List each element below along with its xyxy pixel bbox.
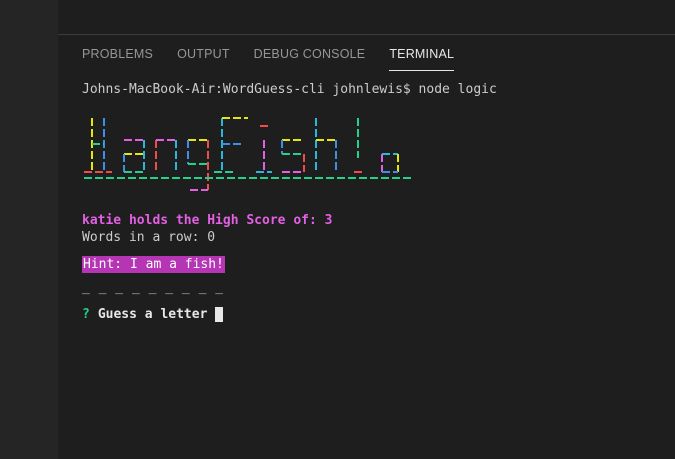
hint-line: Hint: I am a fish! [82, 256, 225, 273]
text-cursor [215, 307, 224, 322]
guess-prompt[interactable]: ? Guess a letter [82, 306, 497, 323]
ascii-banner [82, 106, 492, 202]
tab-debug-console[interactable]: DEBUG CONSOLE [254, 47, 366, 71]
panel-tabs: PROBLEMS OUTPUT DEBUG CONSOLE TERMINAL [82, 47, 455, 71]
editor-area [58, 0, 675, 35]
high-score-line: katie holds the High Score of: 3 [82, 213, 333, 228]
hint-line-wrap: Hint: I am a fish! [82, 256, 497, 273]
tab-output[interactable]: OUTPUT [177, 47, 230, 71]
ascii-banner-art [84, 117, 412, 191]
words-in-row-line: Words in a row: 0 [82, 230, 216, 245]
tab-terminal[interactable]: TERMINAL [389, 47, 455, 71]
word-blanks: _ _ _ _ _ _ _ _ _ [82, 280, 224, 295]
command-line: Johns-MacBook-Air:WordGuess-cli johnlewi… [82, 82, 497, 97]
left-sidebar [0, 0, 58, 459]
prompt-question-mark: ? [82, 307, 90, 322]
tab-problems[interactable]: PROBLEMS [82, 47, 153, 71]
bottom-panel: PROBLEMS OUTPUT DEBUG CONSOLE TERMINAL J… [58, 35, 675, 459]
terminal-output[interactable]: Johns-MacBook-Air:WordGuess-cli johnlewi… [82, 81, 497, 323]
prompt-text: Guess a letter [97, 307, 208, 322]
